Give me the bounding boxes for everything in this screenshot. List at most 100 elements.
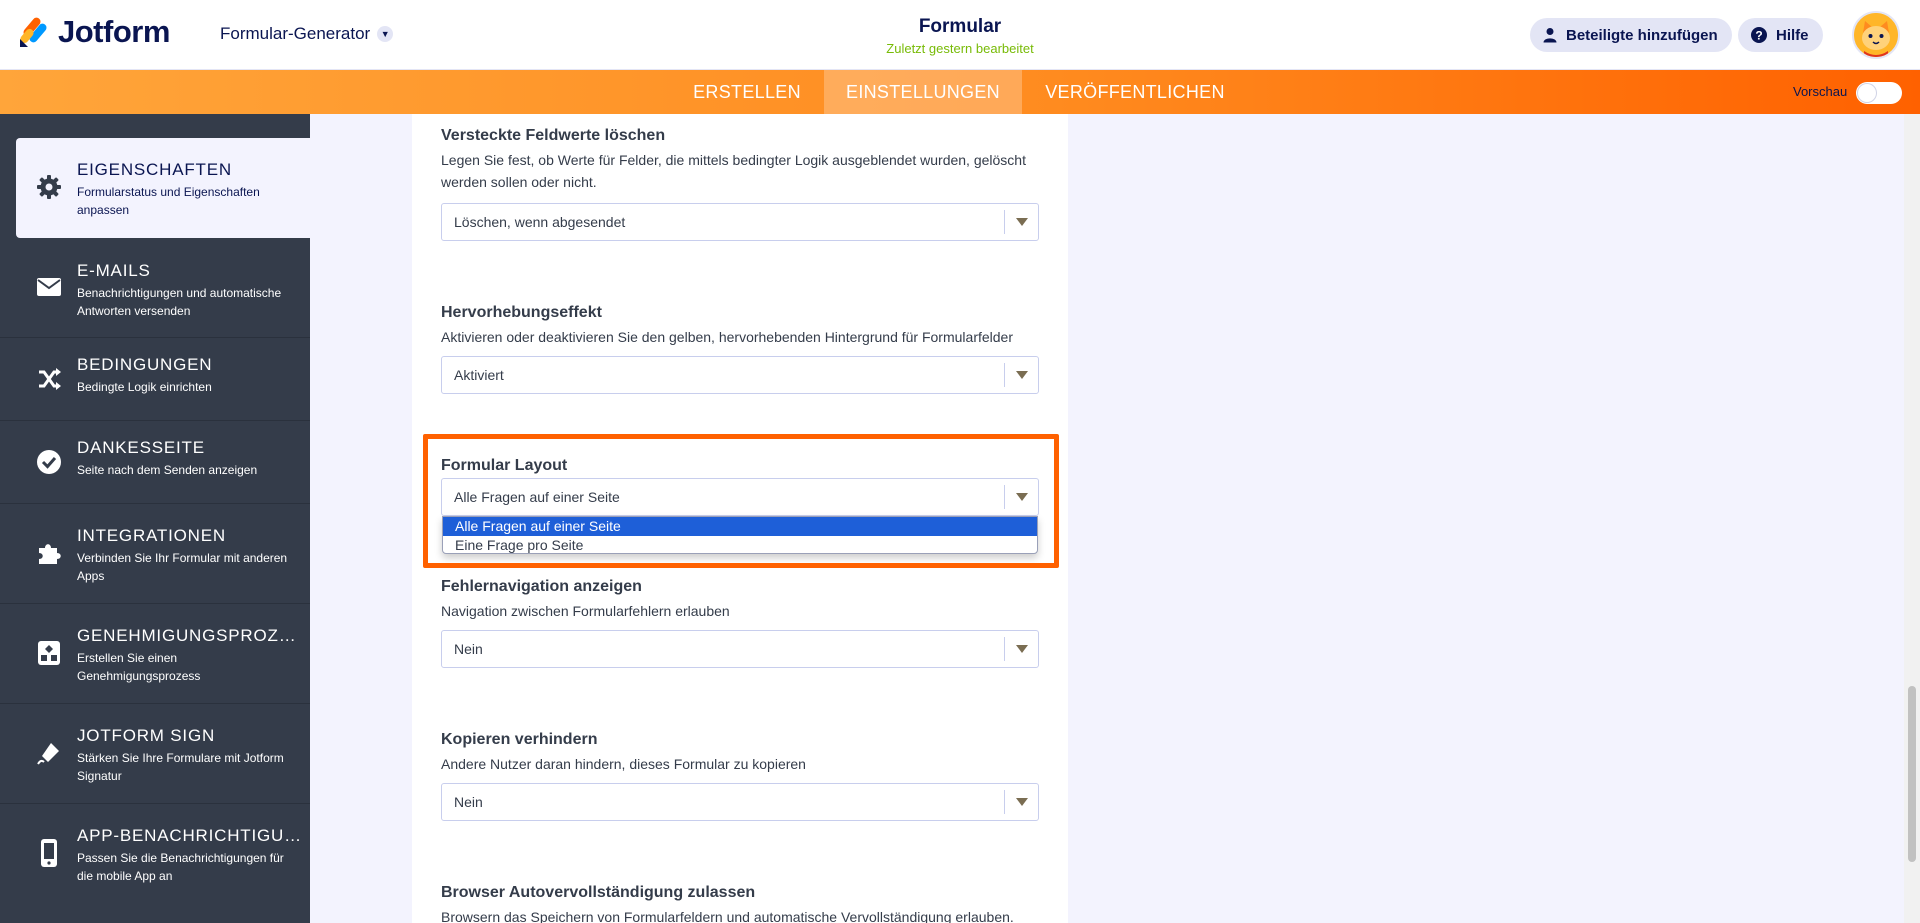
sidebar-item-desc: Formularstatus und Eigenschaften anpasse… bbox=[77, 185, 260, 217]
sidebar-item-desc: Benachrichtigungen und automatische Antw… bbox=[77, 286, 282, 318]
sidebar-item-title: INTEGRATIONEN bbox=[77, 526, 226, 545]
sidebar-item-approvals[interactable]: GENEHMIGUNGSPROZE... Erstellen Sie einen… bbox=[0, 604, 310, 704]
sidebar-item-title: GENEHMIGUNGSPROZE... bbox=[77, 626, 302, 645]
sidebar-item-desc: Bedingte Logik einrichten bbox=[77, 380, 212, 394]
select-value: Nein bbox=[454, 641, 483, 657]
help-label: Hilfe bbox=[1776, 26, 1809, 44]
svg-text:?: ? bbox=[1755, 29, 1762, 43]
sidebar-item-conditions[interactable]: BEDINGUNGEN Bedingte Logik einrichten bbox=[0, 338, 310, 421]
help-button[interactable]: ? Hilfe bbox=[1738, 18, 1823, 52]
chevron-down-icon: ▼ bbox=[377, 26, 394, 42]
setting-description: Aktivieren oder deaktivieren Sie den gel… bbox=[441, 329, 1013, 345]
setting-form-layout: Formular Layout bbox=[441, 457, 1041, 475]
setting-description: Legen Sie fest, ob Werte für Felder, die… bbox=[441, 152, 1026, 190]
sidebar-item-text: JOTFORM SIGN Stärken Sie Ihre Formulare … bbox=[77, 726, 302, 785]
user-icon bbox=[1543, 28, 1557, 43]
sidebar-item-text: EIGENSCHAFTEN Formularstatus und Eigensc… bbox=[77, 160, 302, 219]
jotform-logo-icon bbox=[20, 17, 47, 47]
sidebar-item-text: E-MAILS Benachrichtigungen und automatis… bbox=[77, 261, 302, 320]
select-value: Aktiviert bbox=[454, 367, 504, 383]
sidebar-item-text: APP-BENACHRICHTIGUNG Passen Sie die Bena… bbox=[77, 826, 302, 885]
toggle-knob bbox=[1858, 84, 1876, 102]
sidebar-item-app-notifications[interactable]: APP-BENACHRICHTIGUNG Passen Sie die Bena… bbox=[0, 804, 310, 923]
setting-browser-autocomplete: Browser Autovervollständigung zulassen B… bbox=[441, 884, 1041, 923]
setting-highlight-effect: Hervorhebungseffekt Aktivieren oder deak… bbox=[441, 304, 1041, 348]
dropdown-arrow-icon bbox=[1004, 790, 1038, 814]
scrollbar-thumb[interactable] bbox=[1908, 686, 1916, 862]
layout-option-one-per-page[interactable]: Eine Frage pro Seite bbox=[443, 536, 1037, 555]
sidebar-item-title: E-MAILS bbox=[77, 261, 151, 280]
cat-avatar-icon bbox=[1854, 13, 1898, 57]
sidebar-item-title: EIGENSCHAFTEN bbox=[77, 160, 232, 179]
tab-settings[interactable]: EINSTELLUNGEN bbox=[824, 70, 1022, 114]
dropdown-arrow-icon bbox=[1004, 485, 1038, 509]
mobile-icon bbox=[36, 839, 62, 867]
dropdown-arrow-icon bbox=[1004, 210, 1038, 234]
dropdown-arrow-icon bbox=[1004, 637, 1038, 661]
shuffle-icon bbox=[36, 366, 62, 392]
sidebar-item-title: JOTFORM SIGN bbox=[77, 726, 216, 745]
select-value: Löschen, wenn abgesendet bbox=[454, 214, 626, 230]
preview-label: Vorschau bbox=[1793, 84, 1848, 99]
signature-pen-icon bbox=[36, 740, 62, 766]
setting-description: Navigation zwischen Formularfehlern erla… bbox=[441, 603, 730, 619]
gear-icon bbox=[36, 174, 62, 200]
logo-text: Jotform bbox=[58, 14, 170, 49]
top-header: Jotform Formular-Generator ▼ Formular Zu… bbox=[0, 0, 1920, 70]
sidebar-item-title: DANKESSEITE bbox=[77, 438, 205, 457]
tab-create[interactable]: ERSTELLEN bbox=[680, 70, 814, 114]
setting-label: Kopieren verhindern bbox=[441, 731, 598, 748]
form-builder-menu[interactable]: Formular-Generator ▼ bbox=[220, 24, 394, 44]
hidden-values-select[interactable]: Löschen, wenn abgesendet bbox=[441, 203, 1039, 241]
setting-label: Hervorhebungseffekt bbox=[441, 304, 602, 321]
select-value: Alle Fragen auf einer Seite bbox=[454, 489, 620, 505]
sidebar-item-title: BEDINGUNGEN bbox=[77, 355, 213, 374]
add-collaborators-label: Beteiligte hinzufügen bbox=[1566, 26, 1718, 44]
check-circle-icon bbox=[36, 449, 62, 475]
preview-toggle[interactable] bbox=[1856, 82, 1902, 104]
setting-hidden-values: Versteckte Feldwerte löschen Legen Sie f… bbox=[441, 127, 1041, 193]
dropdown-arrow-icon bbox=[1004, 363, 1038, 387]
sidebar-item-title: APP-BENACHRICHTIGUNG bbox=[77, 826, 302, 845]
sidebar-item-desc: Seite nach dem Senden anzeigen bbox=[77, 463, 258, 477]
sidebar-item-text: BEDINGUNGEN Bedingte Logik einrichten bbox=[77, 355, 302, 396]
error-navigation-select[interactable]: Nein bbox=[441, 630, 1039, 668]
add-collaborators-button[interactable]: Beteiligte hinzufügen bbox=[1530, 18, 1732, 52]
sidebar-item-text: DANKESSEITE Seite nach dem Senden anzeig… bbox=[77, 438, 302, 479]
sidebar-item-integrations[interactable]: INTEGRATIONEN Verbinden Sie Ihr Formular… bbox=[0, 504, 310, 604]
setting-label: Formular Layout bbox=[441, 457, 568, 474]
form-layout-dropdown-list: Alle Fragen auf einer Seite Eine Frage p… bbox=[442, 516, 1038, 554]
setting-prevent-copy: Kopieren verhindern Andere Nutzer daran … bbox=[441, 731, 1041, 775]
envelope-icon bbox=[36, 274, 62, 300]
question-icon: ? bbox=[1751, 27, 1767, 43]
highlight-effect-select[interactable]: Aktiviert bbox=[441, 356, 1039, 394]
setting-error-navigation: Fehlernavigation anzeigen Navigation zwi… bbox=[441, 578, 1041, 622]
sidebar-item-emails[interactable]: E-MAILS Benachrichtigungen und automatis… bbox=[0, 238, 310, 338]
setting-label: Browser Autovervollständigung zulassen bbox=[441, 884, 756, 901]
sidebar-item-text: GENEHMIGUNGSPROZE... Erstellen Sie einen… bbox=[77, 626, 302, 685]
workflow-icon bbox=[36, 640, 62, 666]
puzzle-icon bbox=[36, 540, 62, 566]
sidebar-item-jotform-sign[interactable]: JOTFORM SIGN Stärken Sie Ihre Formulare … bbox=[0, 704, 310, 804]
select-value: Nein bbox=[454, 794, 483, 810]
sidebar-item-desc: Verbinden Sie Ihr Formular mit anderen A… bbox=[77, 551, 288, 583]
settings-sidebar: EIGENSCHAFTEN Formularstatus und Eigensc… bbox=[0, 114, 310, 923]
sidebar-item-desc: Passen Sie die Benachrichtigungen für di… bbox=[77, 851, 284, 883]
page-scrollbar[interactable] bbox=[1904, 114, 1920, 923]
prevent-copy-select[interactable]: Nein bbox=[441, 783, 1039, 821]
builder-menu-label: Formular-Generator bbox=[220, 24, 371, 43]
setting-label: Fehlernavigation anzeigen bbox=[441, 578, 642, 595]
sidebar-item-properties[interactable]: EIGENSCHAFTEN Formularstatus und Eigensc… bbox=[16, 138, 310, 238]
sidebar-item-text: INTEGRATIONEN Verbinden Sie Ihr Formular… bbox=[77, 526, 302, 585]
jotform-logo[interactable]: Jotform bbox=[18, 14, 170, 50]
sidebar-item-desc: Stärken Sie Ihre Formulare mit Jotform S… bbox=[77, 751, 284, 783]
form-layout-select[interactable]: Alle Fragen auf einer Seite bbox=[441, 478, 1039, 516]
sidebar-item-desc: Erstellen Sie einen Genehmigungsprozess bbox=[77, 651, 201, 683]
tab-publish[interactable]: VERÖFFENTLICHEN bbox=[1032, 70, 1238, 114]
layout-option-all-on-one-page[interactable]: Alle Fragen auf einer Seite bbox=[443, 517, 1037, 536]
setting-description: Andere Nutzer daran hindern, dieses Form… bbox=[441, 756, 806, 772]
setting-label: Versteckte Feldwerte löschen bbox=[441, 127, 666, 144]
sidebar-item-thankyou[interactable]: DANKESSEITE Seite nach dem Senden anzeig… bbox=[0, 421, 310, 504]
setting-description: Browsern das Speichern von Formularfelde… bbox=[441, 909, 1014, 923]
avatar[interactable] bbox=[1852, 11, 1900, 59]
